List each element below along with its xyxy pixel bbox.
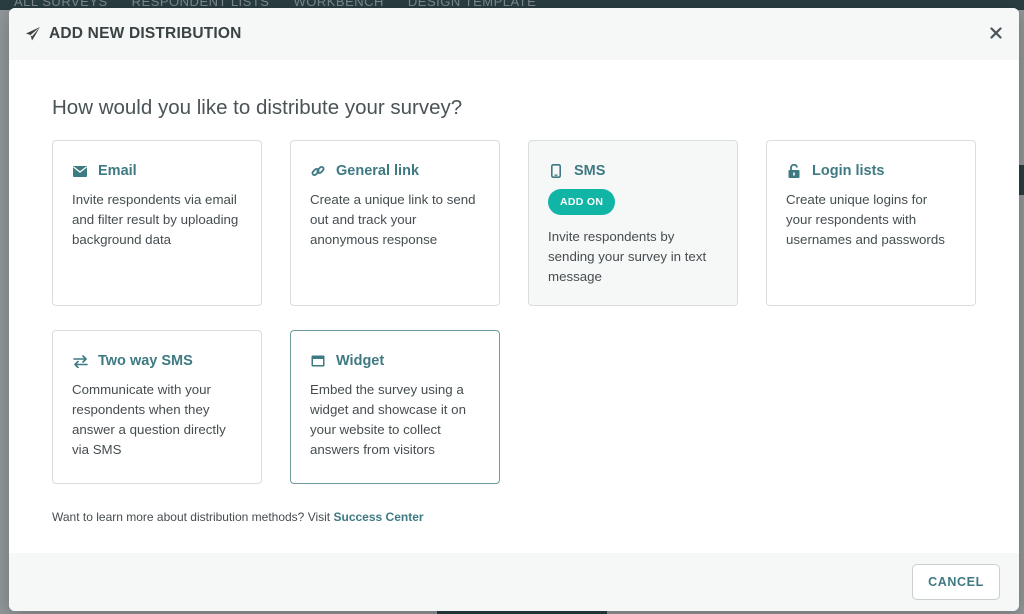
add-distribution-modal: ADD NEW DISTRIBUTION How would you like … xyxy=(9,8,1019,611)
distribution-card-general-link[interactable]: General link Create a unique link to sen… xyxy=(290,140,500,306)
add-on-badge: ADD ON xyxy=(548,189,616,215)
card-title: SMS xyxy=(574,163,606,179)
card-description: Invite respondents via email and filter … xyxy=(72,192,239,247)
card-description: Create unique logins for your respondent… xyxy=(786,192,945,247)
distribution-card-widget[interactable]: Widget Embed the survey using a widget a… xyxy=(290,330,500,484)
distribution-card-email[interactable]: Email Invite respondents via email and f… xyxy=(52,140,262,306)
modal-header: ADD NEW DISTRIBUTION xyxy=(9,8,1019,60)
close-icon[interactable] xyxy=(989,26,1003,40)
card-description: Create a unique link to send out and tra… xyxy=(310,192,476,247)
modal-body: How would you like to distribute your su… xyxy=(9,60,1019,524)
modal-footer: CANCEL xyxy=(9,553,1019,611)
success-center-link[interactable]: Success Center xyxy=(334,510,424,524)
mobile-phone-icon xyxy=(548,163,564,179)
learn-more-text: Want to learn more about distribution me… xyxy=(52,510,976,524)
distribution-card-sms[interactable]: SMS ADD ON Invite respondents by sending… xyxy=(528,140,738,306)
card-title: Widget xyxy=(336,353,385,369)
distribution-card-two-way-sms[interactable]: Two way SMS Communicate with your respon… xyxy=(52,330,262,484)
cancel-button[interactable]: CANCEL xyxy=(912,564,1000,600)
distribution-card-login-lists[interactable]: Login lists Create unique logins for you… xyxy=(766,140,976,306)
paper-plane-icon xyxy=(25,26,41,42)
card-title: Email xyxy=(98,163,137,179)
learn-more-prefix: Want to learn more about distribution me… xyxy=(52,510,331,524)
link-icon xyxy=(310,163,326,179)
envelope-icon xyxy=(72,163,88,179)
card-title: Two way SMS xyxy=(98,353,193,369)
card-title: Login lists xyxy=(812,163,885,179)
unlock-icon xyxy=(786,163,802,179)
distribution-question: How would you like to distribute your su… xyxy=(52,96,463,119)
card-title: General link xyxy=(336,163,420,179)
card-description: Embed the survey using a widget and show… xyxy=(310,382,466,457)
card-description: Communicate with your respondents when t… xyxy=(72,382,226,457)
card-description: Invite respondents by sending your surve… xyxy=(548,229,707,284)
modal-title: ADD NEW DISTRIBUTION xyxy=(49,25,242,42)
exchange-arrows-icon xyxy=(72,353,88,369)
window-icon xyxy=(310,353,326,369)
distribution-options: Email Invite respondents via email and f… xyxy=(52,140,976,484)
